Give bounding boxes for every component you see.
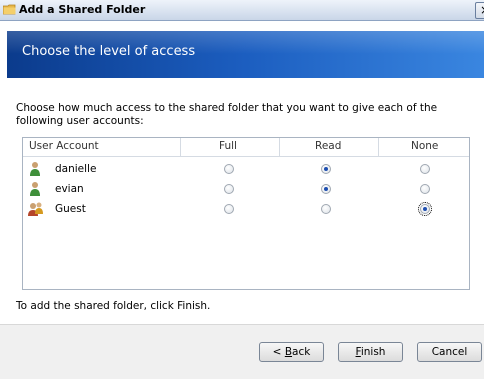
- back-button-mnemonic: B: [284, 346, 293, 358]
- user-icon: [30, 182, 40, 196]
- radio-full[interactable]: [224, 184, 234, 194]
- window-title: Add a Shared Folder: [19, 3, 146, 16]
- instruction-text: Choose how much access to the shared fol…: [16, 102, 438, 127]
- column-divider[interactable]: [378, 138, 379, 156]
- table-header: User Account Full Read None: [23, 138, 469, 157]
- back-button-prefix: <: [272, 346, 285, 358]
- radio-read[interactable]: [321, 204, 331, 214]
- column-divider[interactable]: [180, 138, 181, 156]
- column-header-full[interactable]: Full: [219, 140, 237, 152]
- user-name: evian: [55, 183, 84, 195]
- button-bar: < Back Finish Cancel: [0, 324, 484, 379]
- close-button[interactable]: ×: [475, 2, 484, 19]
- table-row: danielle: [23, 160, 469, 180]
- finish-hint-text: To add the shared folder, click Finish.: [16, 300, 211, 312]
- radio-none[interactable]: [420, 184, 430, 194]
- table-row: Guest: [23, 200, 469, 220]
- column-header-read[interactable]: Read: [315, 140, 341, 152]
- back-button-label: ack: [292, 346, 311, 358]
- column-header-user-account[interactable]: User Account: [29, 140, 99, 152]
- title-bar: Add a Shared Folder ×: [0, 0, 484, 21]
- back-button[interactable]: < Back: [259, 342, 324, 362]
- finish-button[interactable]: Finish: [338, 342, 403, 362]
- radio-full[interactable]: [224, 164, 234, 174]
- user-name: Guest: [55, 203, 86, 215]
- user-icon: [30, 162, 40, 176]
- finish-button-label: inish: [360, 346, 386, 358]
- close-icon: ×: [480, 3, 484, 17]
- page-title: Choose the level of access: [22, 44, 196, 59]
- folder-icon: [3, 4, 16, 15]
- table-row: evian: [23, 180, 469, 200]
- radio-full[interactable]: [224, 204, 234, 214]
- user-name: danielle: [55, 163, 97, 175]
- radio-read[interactable]: [321, 184, 331, 194]
- guest-user-icon: [28, 202, 43, 216]
- cancel-button[interactable]: Cancel: [417, 342, 482, 362]
- header-banner: Choose the level of access: [7, 31, 484, 78]
- radio-read[interactable]: [321, 164, 331, 174]
- radio-none[interactable]: [420, 164, 430, 174]
- column-divider[interactable]: [279, 138, 280, 156]
- column-header-none[interactable]: None: [411, 140, 438, 152]
- access-table: User Account Full Read None danielle evi…: [22, 137, 470, 290]
- radio-none[interactable]: [418, 202, 432, 216]
